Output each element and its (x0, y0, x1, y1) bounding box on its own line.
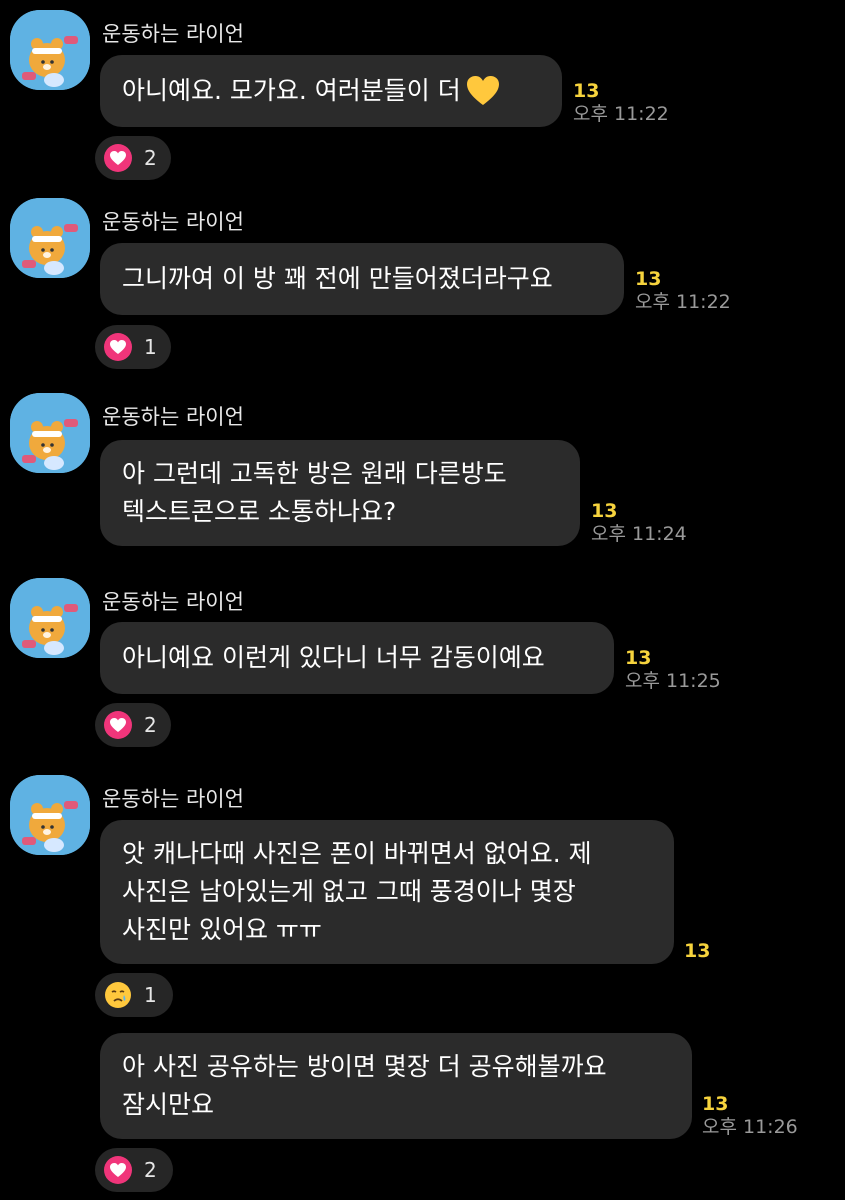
reaction-chip[interactable]: 1 (95, 973, 173, 1017)
message-time: 오후 11:22 (573, 103, 669, 125)
sender-avatar[interactable] (10, 10, 90, 90)
sender-avatar[interactable] (10, 198, 90, 278)
sender-name: 운동하는 라이언 (102, 210, 244, 234)
message-bubble[interactable]: 아니예요. 모가요. 여러분들이 더 (100, 55, 562, 127)
sender-name: 운동하는 라이언 (102, 787, 244, 811)
ryan-avatar-icon (10, 775, 90, 855)
sender-name: 운동하는 라이언 (102, 590, 244, 614)
reaction-count: 1 (144, 335, 157, 359)
message-bubble[interactable]: 아니예요 이런게 있다니 너무 감동이예요 (100, 622, 614, 694)
sender-avatar[interactable] (10, 393, 90, 473)
heart-icon (104, 1156, 132, 1184)
message-meta: 13 오후 11:24 (591, 500, 687, 546)
unread-count: 13 (573, 80, 600, 102)
message-meta: 13 오후 11:22 (635, 268, 731, 314)
sender-avatar[interactable] (10, 578, 90, 658)
message-time: 오후 11:25 (625, 670, 721, 692)
message-bubble[interactable]: 그니까여 이 방 꽤 전에 만들어졌더라구요 (100, 243, 624, 315)
unread-count: 13 (702, 1093, 729, 1115)
reaction-chip[interactable]: 2 (95, 703, 171, 747)
heart-icon (104, 333, 132, 361)
unread-count: 13 (591, 500, 618, 522)
sender-name: 운동하는 라이언 (102, 405, 244, 429)
unread-count: 13 (625, 647, 652, 669)
message-text: 아 사진 공유하는 방이면 몇장 더 공유해볼까요 잠시만요 (122, 1052, 607, 1119)
message-time: 오후 11:22 (635, 291, 731, 313)
unread-count: 13 (684, 940, 711, 962)
reaction-count: 2 (144, 713, 157, 737)
message-meta: 13 오후 11:26 (702, 1093, 798, 1139)
message-text: 아니예요 이런게 있다니 너무 감동이예요 (122, 643, 545, 672)
message-meta: 13 (684, 940, 710, 962)
sender-name: 운동하는 라이언 (102, 22, 244, 46)
message-text: 아니예요. 모가요. 여러분들이 더 (122, 76, 461, 105)
crying-face-icon (104, 981, 132, 1009)
unread-count: 13 (635, 268, 662, 290)
sender-avatar[interactable] (10, 775, 90, 855)
ryan-avatar-icon (10, 393, 90, 473)
heart-icon (104, 711, 132, 739)
reaction-count: 1 (144, 983, 157, 1007)
reaction-count: 2 (144, 146, 157, 170)
message-text: 그니까여 이 방 꽤 전에 만들어졌더라구요 (122, 264, 553, 293)
reaction-chip[interactable]: 2 (95, 1148, 173, 1192)
message-bubble[interactable]: 앗 캐나다때 사진은 폰이 바뀌면서 없어요. 제 사진은 남아있는게 없고 그… (100, 820, 674, 964)
message-bubble[interactable]: 아 사진 공유하는 방이면 몇장 더 공유해볼까요 잠시만요 (100, 1033, 692, 1139)
yellow-heart-icon (466, 76, 499, 105)
ryan-avatar-icon (10, 578, 90, 658)
message-meta: 13 오후 11:25 (625, 647, 721, 693)
reaction-chip[interactable]: 2 (95, 136, 171, 180)
message-bubble[interactable]: 아 그런데 고독한 방은 원래 다른방도 텍스트콘으로 소통하나요? (100, 440, 580, 546)
message-time: 오후 11:24 (591, 523, 687, 545)
message-time: 오후 11:26 (702, 1116, 798, 1138)
reaction-chip[interactable]: 1 (95, 325, 171, 369)
reaction-count: 2 (144, 1158, 157, 1182)
message-text: 앗 캐나다때 사진은 폰이 바뀌면서 없어요. 제 사진은 남아있는게 없고 그… (122, 839, 592, 944)
heart-icon (104, 144, 132, 172)
ryan-avatar-icon (10, 198, 90, 278)
message-text: 아 그런데 고독한 방은 원래 다른방도 텍스트콘으로 소통하나요? (122, 459, 507, 526)
ryan-avatar-icon (10, 10, 90, 90)
message-meta: 13 오후 11:22 (573, 80, 669, 126)
